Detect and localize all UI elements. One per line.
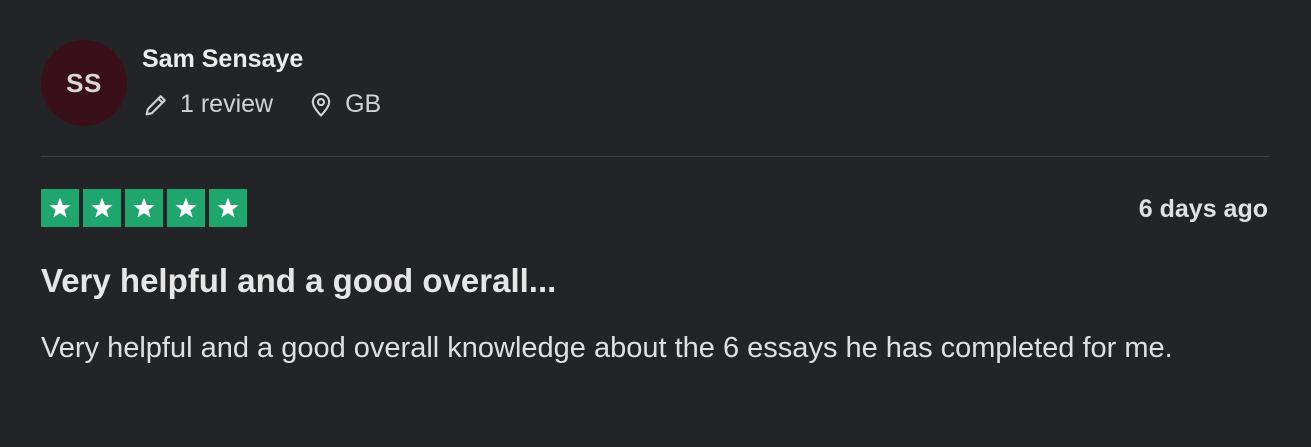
star-icon [83,189,121,227]
reviewer-location: GB [345,90,382,118]
star-icon [167,189,205,227]
avatar-initials: SS [66,67,102,98]
star-icon [209,189,247,227]
avatar[interactable]: SS [41,40,127,126]
star-rating [41,189,247,227]
star-icon [125,189,163,227]
review-body: Very helpful and a good overall knowledg… [41,332,1173,364]
star-icon [41,189,79,227]
review-card: SS Sam Sensaye 1 review GB 6 days ago Ve… [0,0,1311,447]
reviewer-meta: 1 review GB [142,90,381,119]
reviewer-name[interactable]: Sam Sensaye [142,45,303,74]
review-date: 6 days ago [1138,195,1268,223]
pencil-icon [142,91,170,119]
review-title[interactable]: Very helpful and a good overall... [41,262,556,300]
divider [41,156,1269,157]
location-pin-icon [307,91,335,119]
review-count: 1 review [180,90,274,118]
